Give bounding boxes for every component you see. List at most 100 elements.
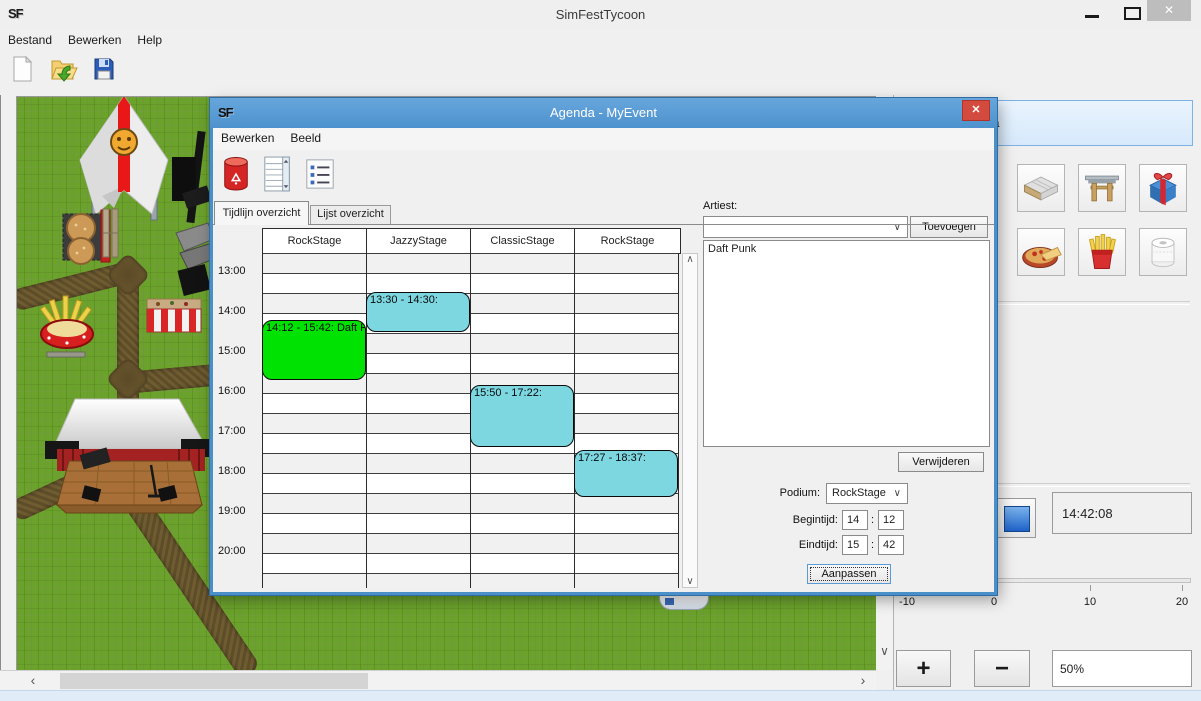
schedule-scrollbar[interactable]: ∧ ∨ — [682, 253, 698, 588]
play-icon — [1004, 506, 1030, 532]
shop-item-gift-box[interactable] — [1139, 164, 1187, 212]
time-colon: : — [871, 539, 874, 551]
main-toolbar — [0, 50, 1201, 95]
stage-column-header: RockStage — [263, 229, 367, 253]
dialog-toolbar — [213, 150, 994, 200]
stage-column-header: JazzyStage — [367, 229, 471, 253]
schedule-event[interactable]: 13:30 - 14:30: — [366, 292, 470, 332]
simfesttycoon-window: SF SimFestTycoon ✕ BestandBewerkenHelp — [0, 0, 1201, 701]
begin-hour-field[interactable]: 14 — [842, 510, 868, 530]
trash-bin-icon — [220, 152, 252, 196]
new-document-button[interactable] — [4, 53, 40, 91]
menu-item-help[interactable]: Help — [129, 30, 170, 47]
end-hour-field[interactable]: 15 — [842, 535, 868, 555]
dialog-menu-item-bewerken[interactable]: Bewerken — [213, 128, 282, 145]
chevron-down-icon: ∨ — [894, 217, 901, 239]
schedule-event[interactable]: 17:27 - 18:37: — [574, 450, 678, 497]
maximize-button[interactable] — [1124, 7, 1141, 20]
open-folder-icon — [47, 53, 79, 85]
slider-tick — [1182, 585, 1183, 591]
slider-tick-label: 10 — [1070, 596, 1110, 608]
minimize-button[interactable] — [1085, 15, 1099, 18]
tabpage-border — [213, 224, 994, 225]
dialog-titlebar[interactable]: SF Agenda - MyEvent ✕ — [210, 98, 997, 128]
time-label: 19:00 — [218, 505, 262, 517]
agenda-dialog: SF Agenda - MyEvent ✕ BewerkenBeeld Tijd… — [210, 98, 997, 595]
zoom-out-button[interactable]: − — [974, 650, 1030, 687]
shop-item-torii-gate[interactable] — [1078, 164, 1126, 212]
time-label: 16:00 — [218, 385, 262, 397]
begin-time-label: Begintijd: — [708, 514, 838, 526]
main-stage-object[interactable] — [39, 391, 219, 519]
shop-item-toilet-paper[interactable] — [1139, 228, 1187, 276]
end-time-label: Eindtijd: — [708, 539, 838, 551]
dialog-menubar: BewerkenBeeld — [213, 128, 994, 150]
end-minute-field[interactable]: 42 — [878, 535, 904, 555]
main-titlebar[interactable]: SF SimFestTycoon ✕ — [0, 0, 1201, 30]
pizza-icon — [1019, 230, 1063, 274]
time-label: 14:00 — [218, 305, 262, 317]
schedule-header-row: RockStageJazzyStageClassicStageRockStage — [262, 228, 681, 254]
play-pause-button[interactable] — [996, 498, 1036, 538]
window-title: SimFestTycoon — [0, 7, 1201, 22]
dialog-close-button[interactable]: ✕ — [962, 100, 990, 121]
open-folder-button[interactable] — [45, 53, 81, 91]
dialog-menu-item-beeld[interactable]: Beeld — [282, 128, 329, 145]
window-bottom-strip — [0, 690, 1201, 701]
time-label: 17:00 — [218, 425, 262, 437]
fries-icon — [1080, 230, 1124, 274]
slider-tick-label: 20 — [1162, 596, 1201, 608]
fries-stand-object[interactable] — [39, 294, 97, 358]
tab-lijst-overzicht[interactable]: Lijst overzicht — [310, 205, 391, 224]
apply-button[interactable]: Aanpassen — [807, 564, 891, 584]
game-clock-display: 14:42:08 — [1052, 492, 1192, 534]
begin-minute-field[interactable]: 12 — [878, 510, 904, 530]
artist-combobox[interactable]: ∨ — [703, 216, 908, 238]
zoom-level-field[interactable]: 50% — [1052, 650, 1192, 687]
stage-column-header: RockStage — [575, 229, 680, 253]
remove-button[interactable]: Verwijderen — [898, 452, 984, 472]
timeline-view-icon — [262, 152, 294, 196]
toilet-paper-icon — [1141, 230, 1185, 274]
close-button[interactable]: ✕ — [1147, 0, 1191, 21]
shop-item-stage-platform[interactable] — [1017, 164, 1065, 212]
scroll-left-icon[interactable]: ‹ — [24, 672, 42, 688]
artist-list-item[interactable]: Daft Punk — [704, 241, 989, 257]
trash-bin-button[interactable] — [218, 152, 254, 198]
torii-gate-icon — [1080, 166, 1124, 210]
slider-tick — [1090, 585, 1091, 591]
tab-tijdlijn-overzicht[interactable]: Tijdlijn overzicht — [214, 201, 309, 225]
list-view-icon — [304, 152, 336, 196]
podium-combobox[interactable]: RockStage ∨ — [826, 483, 908, 504]
shop-item-pizza[interactable] — [1017, 228, 1065, 276]
map-hscroll-thumb[interactable] — [60, 673, 368, 689]
stage-equipment-object[interactable] — [164, 129, 214, 299]
save-floppy-button[interactable] — [86, 53, 122, 91]
zoom-in-button[interactable]: + — [896, 650, 951, 687]
add-artist-button[interactable]: Toevoegen — [910, 216, 988, 238]
menu-item-bestand[interactable]: Bestand — [0, 30, 60, 47]
schedule-event[interactable]: 14:12 - 15:42: Daft Punk — [262, 320, 366, 380]
menu-item-bewerken[interactable]: Bewerken — [60, 30, 129, 47]
schedule-grid[interactable]: 14:12 - 15:42: Daft Punk13:30 - 14:30: 15… — [262, 253, 679, 588]
scroll-down-icon[interactable]: ∨ — [876, 644, 893, 658]
scroll-up-icon[interactable]: ∧ — [683, 254, 697, 265]
shop-item-fries[interactable] — [1078, 228, 1126, 276]
podium-label: Podium: — [730, 487, 820, 499]
time-colon: : — [871, 514, 874, 526]
striped-stand-object[interactable] — [146, 298, 202, 334]
bench-object[interactable] — [101, 207, 121, 259]
new-document-icon — [6, 53, 38, 85]
artist-label: Artiest: — [703, 200, 737, 212]
scroll-right-icon[interactable]: › — [854, 672, 872, 688]
podium-combo-value: RockStage — [832, 487, 886, 499]
schedule-event[interactable]: 15:50 - 17:22: — [470, 385, 574, 446]
chevron-down-icon: ∨ — [894, 484, 901, 503]
artist-list[interactable]: Daft Punk — [703, 240, 990, 447]
map-horizontal-scrollbar[interactable]: ‹ › — [0, 670, 876, 691]
list-view-button[interactable] — [302, 152, 338, 198]
scroll-down-icon[interactable]: ∨ — [683, 576, 697, 587]
map-object-partial[interactable] — [659, 595, 709, 610]
timeline-view-button[interactable] — [260, 152, 296, 198]
time-label: 15:00 — [218, 345, 262, 357]
